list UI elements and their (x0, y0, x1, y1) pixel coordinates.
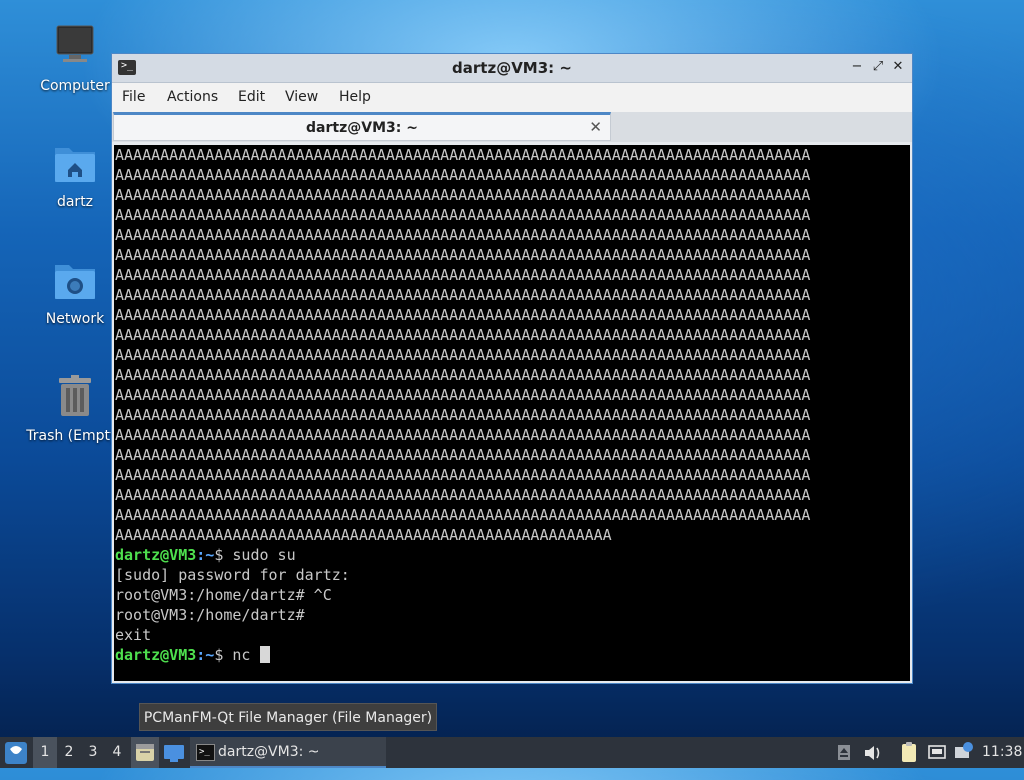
taskbar: 1 2 3 4 >_ dartz@VM3: ~ 11:38 (0, 737, 1024, 768)
show-desktop-icon[interactable] (161, 737, 187, 768)
desktop-icon-label: Network (45, 311, 105, 327)
terminal-line: AAAAAAAAAAAAAAAAAAAAAAAAAAAAAAAAAAAAAAAA… (115, 386, 811, 404)
tab-label: dartz@VM3: ~ (306, 120, 418, 136)
network-icon[interactable] (926, 737, 948, 768)
menu-actions[interactable]: Actions (167, 89, 218, 105)
eject-icon[interactable] (835, 737, 853, 768)
terminal-line: exit (115, 626, 152, 644)
desktop-icon-network[interactable]: Network (25, 257, 125, 327)
update-icon[interactable] (952, 737, 974, 768)
menu-file[interactable]: File (122, 89, 145, 105)
terminal-output[interactable]: AAAAAAAAAAAAAAAAAAAAAAAAAAAAAAAAAAAAAAAA… (114, 145, 910, 681)
desktop-icon-label: dartz (56, 194, 94, 210)
trash-icon (51, 374, 99, 422)
terminal-line: AAAAAAAAAAAAAAAAAAAAAAAAAAAAAAAAAAAAAAAA… (115, 146, 811, 164)
window-title: dartz@VM3: ~ (452, 59, 572, 77)
terminal-line: AAAAAAAAAAAAAAAAAAAAAAAAAAAAAAAAAAAAAAAA… (115, 286, 811, 304)
menu-edit[interactable]: Edit (238, 89, 265, 105)
computer-icon (51, 24, 99, 72)
menu-view[interactable]: View (285, 89, 318, 105)
terminal-line: root@VM3:/home/dartz# (115, 606, 305, 624)
terminal-line: AAAAAAAAAAAAAAAAAAAAAAAAAAAAAAAAAAAAAAAA… (115, 266, 811, 284)
terminal-line: dartz@VM3:~$ sudo su (115, 546, 296, 564)
terminal-line: AAAAAAAAAAAAAAAAAAAAAAAAAAAAAAAAAAAAAAAA… (115, 346, 811, 364)
terminal-line: AAAAAAAAAAAAAAAAAAAAAAAAAAAAAAAAAAAAAAAA… (115, 426, 811, 444)
clipboard-icon[interactable] (898, 737, 920, 768)
terminal-line: AAAAAAAAAAAAAAAAAAAAAAAAAAAAAAAAAAAAAAAA… (115, 466, 811, 484)
desktop-icon-label: Trash (Empty) (26, 428, 124, 444)
workspace-4[interactable]: 4 (105, 737, 129, 768)
tooltip: PCManFM-Qt File Manager (File Manager) (139, 703, 437, 731)
desktop-icon-computer[interactable]: Computer (25, 24, 125, 94)
terminal-line: AAAAAAAAAAAAAAAAAAAAAAAAAAAAAAAAAAAAAAAA… (115, 486, 811, 504)
terminal-line: AAAAAAAAAAAAAAAAAAAAAAAAAAAAAAAAAAAAAAAA… (115, 406, 811, 424)
terminal-line: AAAAAAAAAAAAAAAAAAAAAAAAAAAAAAAAAAAAAAAA… (115, 446, 811, 464)
terminal-line: root@VM3:/home/dartz# ^C (115, 586, 332, 604)
desktop-icon-home[interactable]: dartz (25, 140, 125, 210)
terminal-window[interactable]: >_ dartz@VM3: ~ − ⤢ ✕ File Actions Edit … (111, 53, 913, 684)
terminal-line: AAAAAAAAAAAAAAAAAAAAAAAAAAAAAAAAAAAAAAAA… (115, 366, 811, 384)
task-label: dartz@VM3: ~ (218, 744, 320, 760)
terminal-line: AAAAAAAAAAAAAAAAAAAAAAAAAAAAAAAAAAAAAAAA… (115, 326, 811, 344)
window-titlebar[interactable]: >_ dartz@VM3: ~ − ⤢ ✕ (112, 54, 912, 83)
terminal-a-lines: AAAAAAAAAAAAAAAAAAAAAAAAAAAAAAAAAAAAAAAA… (114, 145, 910, 545)
terminal-line: AAAAAAAAAAAAAAAAAAAAAAAAAAAAAAAAAAAAAAAA… (115, 226, 811, 244)
minimize-button[interactable]: − (848, 58, 866, 76)
taskbar-task-terminal[interactable]: >_ dartz@VM3: ~ (190, 737, 386, 768)
desktop-icon-trash[interactable]: Trash (Empty) (25, 374, 125, 444)
volume-icon[interactable] (862, 737, 884, 768)
file-manager-icon[interactable] (131, 737, 159, 768)
desktop-icon-label: Computer (40, 78, 110, 94)
home-folder-icon (51, 140, 99, 188)
terminal-line: AAAAAAAAAAAAAAAAAAAAAAAAAAAAAAAAAAAAAAAA… (115, 186, 811, 204)
menubar: File Actions Edit View Help (112, 83, 912, 113)
workspace-2[interactable]: 2 (57, 737, 81, 768)
workspace-1[interactable]: 1 (33, 737, 57, 768)
terminal-line: AAAAAAAAAAAAAAAAAAAAAAAAAAAAAAAAAAAAAAAA… (115, 246, 811, 264)
clock[interactable]: 11:38 (982, 737, 1022, 768)
lxqt-menu-icon[interactable] (2, 737, 30, 768)
terminal-line: AAAAAAAAAAAAAAAAAAAAAAAAAAAAAAAAAAAAAAAA… (115, 306, 811, 324)
workspace-3[interactable]: 3 (81, 737, 105, 768)
close-button[interactable]: ✕ (889, 58, 907, 76)
terminal-line: AAAAAAAAAAAAAAAAAAAAAAAAAAAAAAAAAAAAAAAA… (115, 166, 811, 184)
menu-help[interactable]: Help (339, 89, 371, 105)
tab-close-icon[interactable]: ✕ (589, 118, 602, 136)
tab-bar: dartz@VM3: ~ ✕ (112, 112, 912, 142)
terminal-icon: >_ (196, 744, 215, 761)
terminal-line-current: dartz@VM3:~$ nc (114, 645, 910, 665)
terminal-line: AAAAAAAAAAAAAAAAAAAAAAAAAAAAAAAAAAAAAAAA… (115, 526, 612, 544)
network-folder-icon (51, 257, 99, 305)
terminal-line: [sudo] password for dartz: (115, 566, 350, 584)
terminal-line: AAAAAAAAAAAAAAAAAAAAAAAAAAAAAAAAAAAAAAAA… (115, 206, 811, 224)
terminal-cursor (259, 646, 270, 663)
tab-terminal[interactable]: dartz@VM3: ~ ✕ (113, 112, 611, 141)
maximize-button[interactable]: ⤢ (869, 58, 887, 76)
terminal-line: AAAAAAAAAAAAAAAAAAAAAAAAAAAAAAAAAAAAAAAA… (115, 506, 811, 524)
